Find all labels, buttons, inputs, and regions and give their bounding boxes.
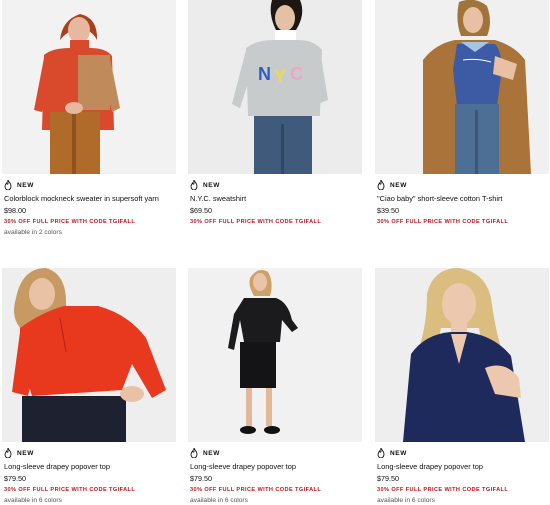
new-badge: NEW: [17, 449, 34, 457]
flame-icon: [377, 448, 385, 458]
promo-text: 30% OFF FULL PRICE WITH CODE TGIFALL: [377, 487, 509, 493]
promo-text: 30% OFF FULL PRICE WITH CODE TGIFALL: [4, 487, 136, 493]
product-image[interactable]: [188, 268, 362, 442]
product-image[interactable]: [2, 0, 176, 174]
product-image[interactable]: [375, 268, 549, 442]
color-count[interactable]: available in 6 colors: [4, 496, 178, 505]
product-card[interactable]: NEW "Ciao baby" short-sleeve cotton T-sh…: [375, 0, 550, 228]
product-price: $39.50: [377, 206, 399, 215]
product-price: $79.50: [4, 474, 26, 483]
color-count[interactable]: available in 6 colors: [377, 496, 550, 505]
svg-text:N: N: [258, 64, 271, 84]
promo-text: 30% OFF FULL PRICE WITH CODE TGIFALL: [190, 219, 322, 225]
product-title[interactable]: Long-sleeve drapey popover top: [377, 462, 550, 472]
product-card[interactable]: NEW Long-sleeve drapey popover top $79.5…: [2, 268, 178, 505]
product-price: $98.00: [4, 206, 26, 215]
new-badge: NEW: [390, 449, 407, 457]
product-card[interactable]: NEW Long-sleeve drapey popover top $79.5…: [188, 268, 364, 505]
product-card[interactable]: NEW Long-sleeve drapey popover top $79.5…: [375, 268, 550, 505]
flame-icon: [190, 180, 198, 190]
product-card[interactable]: NEW Colorblock mockneck sweater in super…: [2, 0, 178, 237]
flame-icon: [4, 448, 12, 458]
product-title[interactable]: "Ciao baby" short-sleeve cotton T-shirt: [377, 194, 550, 204]
new-badge: NEW: [203, 181, 220, 189]
product-image[interactable]: N Y C: [188, 0, 362, 174]
color-count[interactable]: available in 2 colors: [4, 228, 178, 237]
new-badge: NEW: [17, 181, 34, 189]
product-image[interactable]: [2, 268, 176, 442]
promo-text: 30% OFF FULL PRICE WITH CODE TGIFALL: [4, 219, 136, 225]
product-image[interactable]: [375, 0, 549, 174]
flame-icon: [377, 180, 385, 190]
svg-text:C: C: [290, 64, 303, 84]
promo-text: 30% OFF FULL PRICE WITH CODE TGIFALL: [377, 219, 509, 225]
product-title[interactable]: N.Y.C. sweatshirt: [190, 194, 364, 204]
promo-text: 30% OFF FULL PRICE WITH CODE TGIFALL: [190, 487, 322, 493]
product-title[interactable]: Long-sleeve drapey popover top: [190, 462, 364, 472]
flame-icon: [4, 180, 12, 190]
product-grid: NEW Colorblock mockneck sweater in super…: [0, 0, 550, 505]
color-count[interactable]: available in 6 colors: [190, 496, 364, 505]
product-title[interactable]: Colorblock mockneck sweater in supersoft…: [4, 194, 178, 204]
product-price: $69.50: [190, 206, 212, 215]
product-price: $79.50: [377, 474, 399, 483]
new-badge: NEW: [390, 181, 407, 189]
product-price: $79.50: [190, 474, 212, 483]
product-title[interactable]: Long-sleeve drapey popover top: [4, 462, 178, 472]
new-badge: NEW: [203, 449, 220, 457]
flame-icon: [190, 448, 198, 458]
svg-text:Y: Y: [274, 66, 286, 86]
product-card[interactable]: N Y C NEW N.Y.C. sweatshirt $69.50 30% O…: [188, 0, 364, 228]
